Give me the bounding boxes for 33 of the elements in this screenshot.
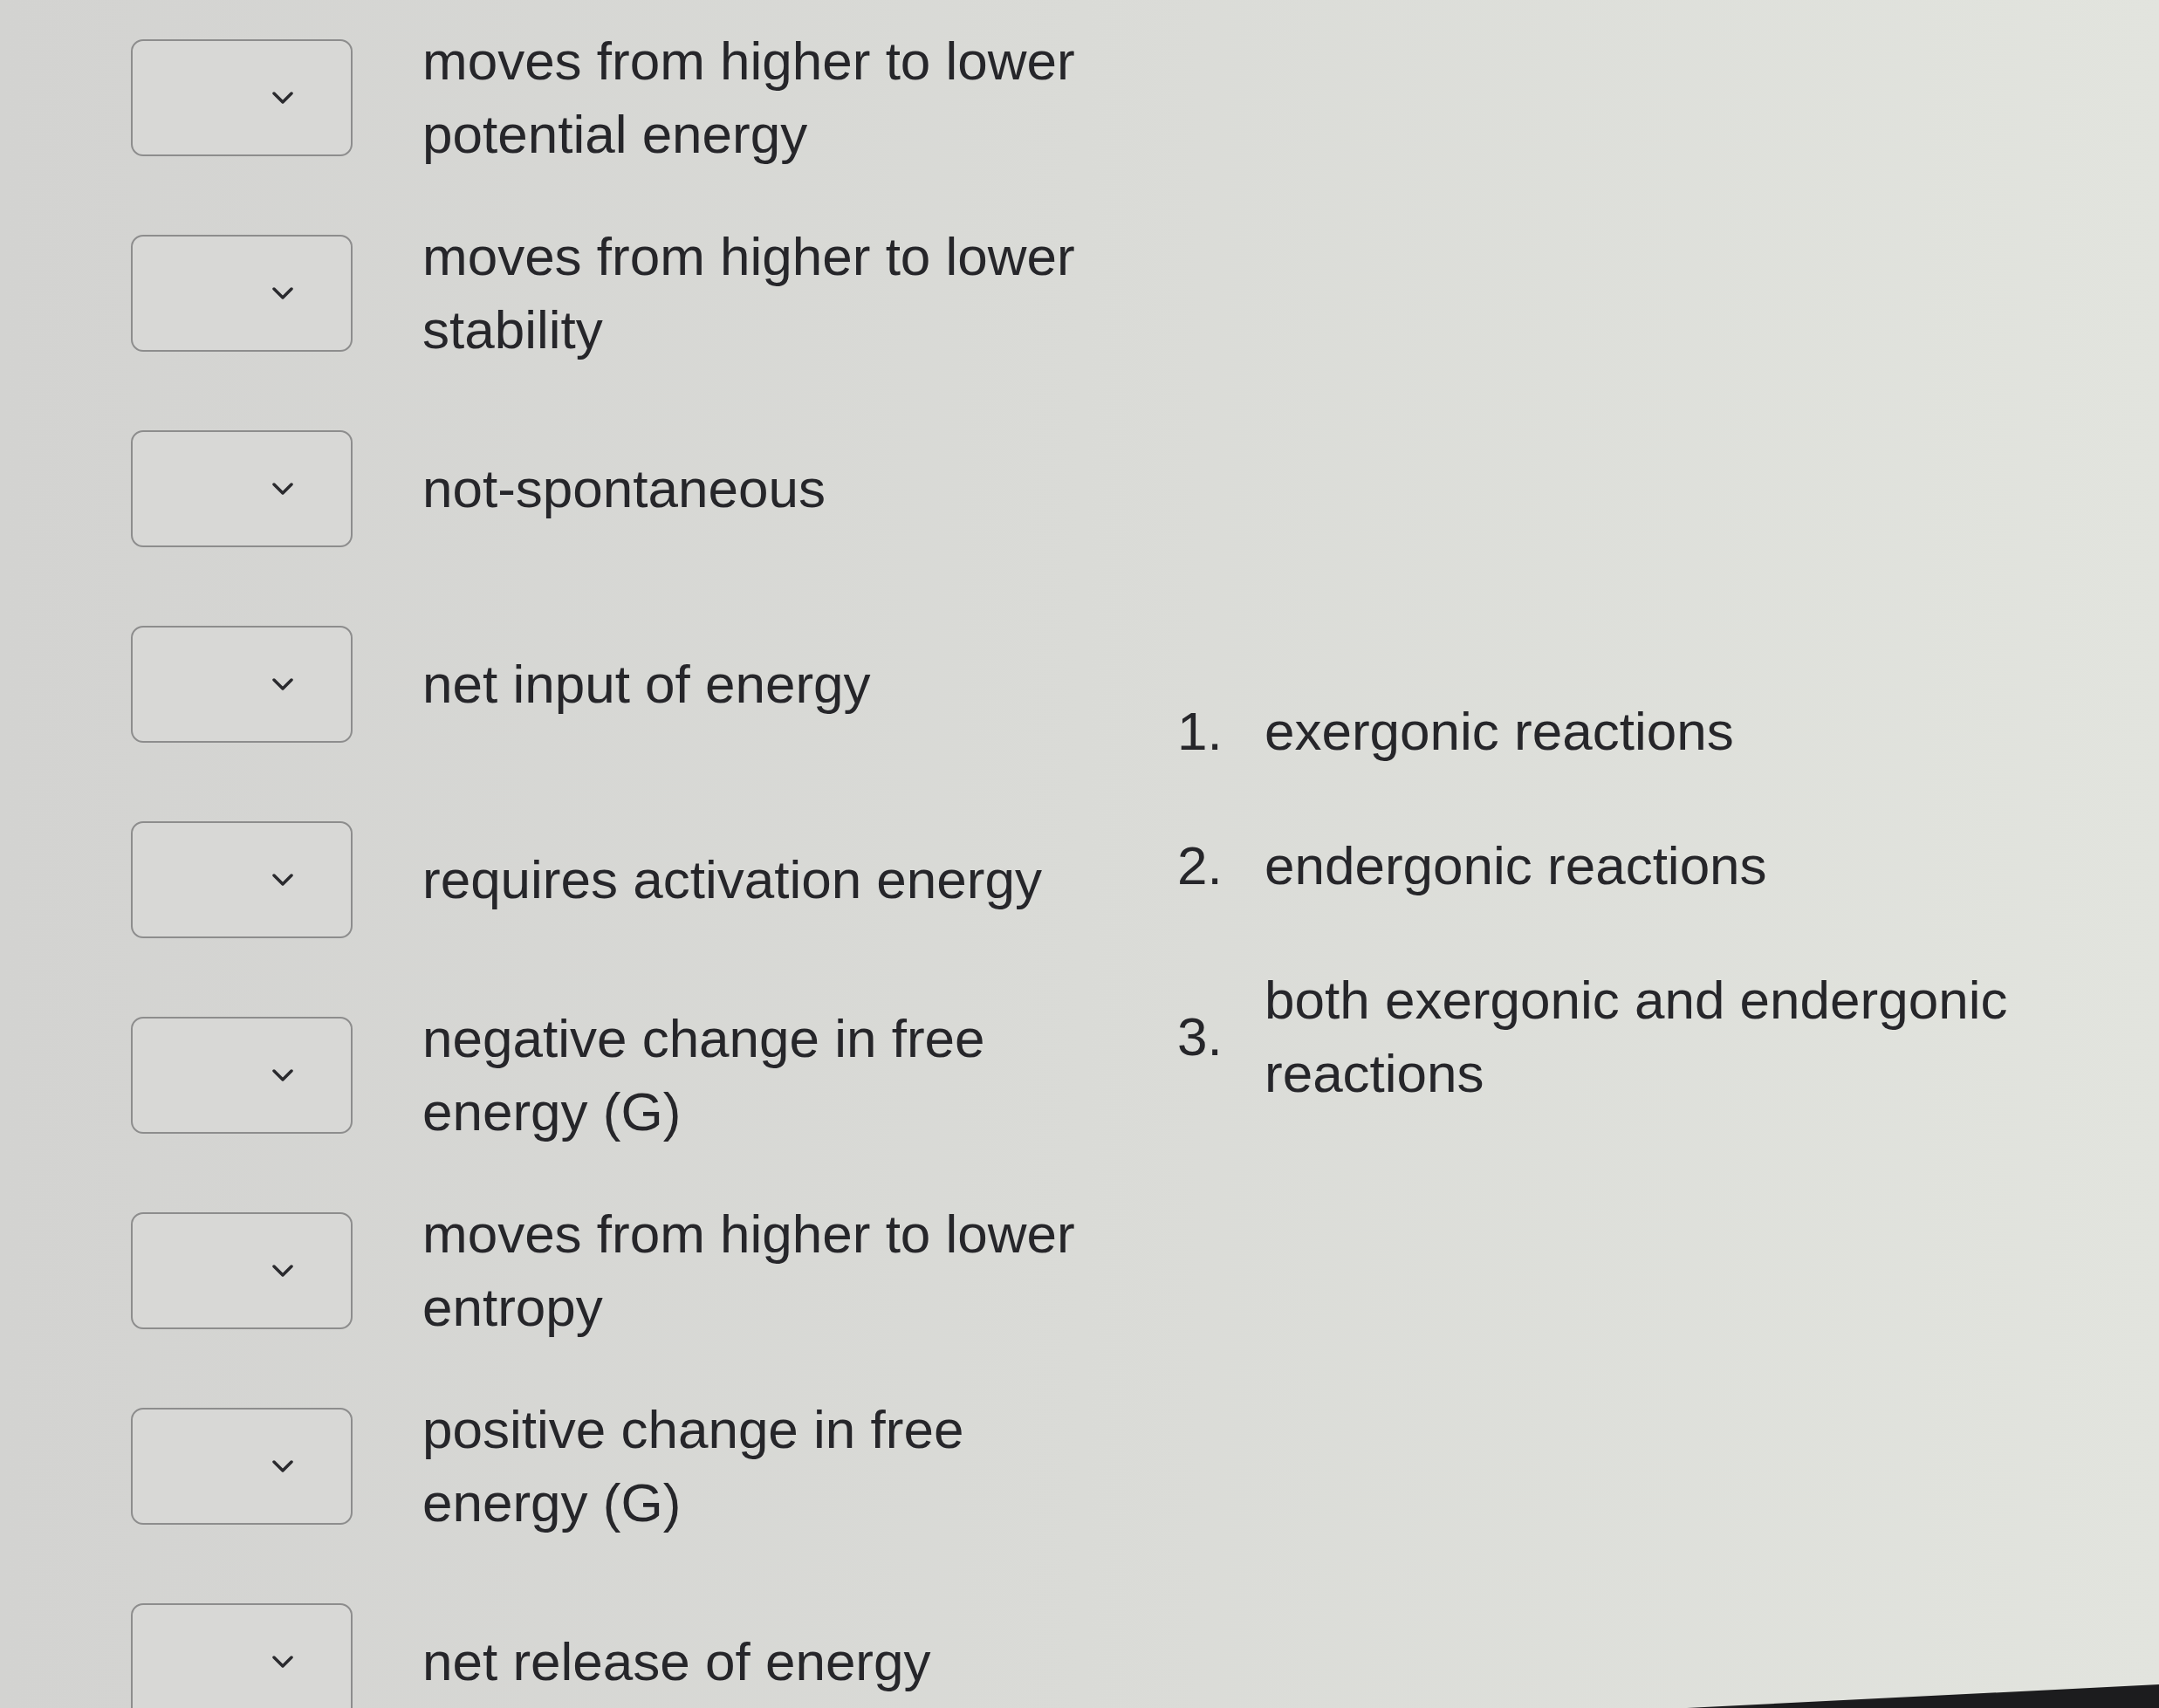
chevron-down-icon [272, 1655, 293, 1669]
choice-number: 3. [1177, 1005, 1223, 1068]
answer-dropdown[interactable] [131, 1408, 353, 1525]
statement-text: moves from higher to lower potential energy [422, 30, 1076, 166]
answer-dropdown[interactable] [131, 626, 353, 743]
statement-text: net release of energy [422, 1630, 931, 1693]
chevron-down-icon [272, 1068, 293, 1082]
answer-dropdown[interactable] [131, 235, 353, 352]
chevron-down-icon [272, 91, 293, 105]
answer-dropdown[interactable] [131, 1212, 353, 1329]
statement-text: net input of energy [422, 653, 871, 716]
choice-number: 2. [1177, 834, 1223, 897]
statement-text: requires activation energy [422, 848, 1042, 911]
answer-dropdown[interactable] [131, 1603, 353, 1708]
answer-dropdown[interactable] [131, 430, 353, 547]
answer-dropdown[interactable] [131, 821, 353, 938]
statement-text: positive change in free energy (G) [422, 1398, 965, 1534]
choice-text: exergonic reactions [1265, 700, 1734, 763]
statement-text: moves from higher to lower entropy [422, 1203, 1076, 1339]
chevron-down-icon [272, 677, 293, 691]
answer-dropdown[interactable] [131, 1017, 353, 1134]
choice-number: 1. [1177, 700, 1223, 763]
statement-text: negative change in free energy (G) [422, 1007, 986, 1143]
statement-text: moves from higher to lower stability [422, 225, 1076, 361]
chevron-down-icon [272, 482, 293, 496]
chevron-down-icon [272, 1459, 293, 1473]
statement-text: not-spontaneous [422, 457, 826, 520]
chevron-down-icon [272, 286, 293, 300]
choice-text: endergonic reactions [1265, 834, 1767, 897]
choice-text: both exergonic and endergonic reactions [1265, 969, 2009, 1105]
chevron-down-icon [272, 873, 293, 887]
chevron-down-icon [272, 1264, 293, 1278]
answer-dropdown[interactable] [131, 39, 353, 156]
